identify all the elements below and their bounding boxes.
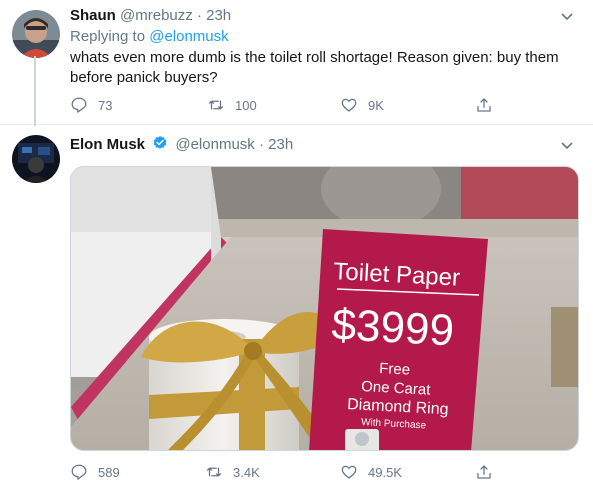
reply-icon (71, 464, 87, 480)
separator: · (258, 136, 264, 153)
chevron-down-icon[interactable] (559, 8, 575, 24)
avatar[interactable] (12, 135, 60, 183)
avatar[interactable] (12, 10, 60, 58)
like-count: 49.5K (368, 464, 402, 480)
display-name[interactable]: Elon Musk (70, 136, 145, 153)
chevron-down-icon[interactable] (559, 137, 575, 153)
separator: · (196, 7, 202, 24)
thread-line (34, 56, 36, 126)
tweet-photo[interactable]: Toilet Paper $3999 Free One Carat Diamon… (70, 166, 579, 451)
tweet-text: whats even more dumb is the toilet roll … (70, 49, 559, 86)
timestamp[interactable]: 23h (268, 136, 293, 153)
action-bar: 589 3.4K 49.5K (70, 461, 510, 483)
retweet-count: 3.4K (233, 464, 260, 480)
display-name[interactable]: Shaun (70, 7, 116, 24)
replying-to: Replying to @elonmusk (70, 27, 229, 47)
like-icon (341, 98, 357, 112)
share-button[interactable] (475, 94, 503, 116)
tweet-elon-musk[interactable]: Elon Musk @elonmusk · 23h Toilet Paper $… (0, 125, 593, 486)
reply-icon (71, 97, 87, 113)
reply-button[interactable]: 73 (70, 94, 112, 116)
reply-button[interactable]: 589 (70, 461, 120, 483)
action-bar: 73 100 9K (70, 94, 510, 116)
like-icon (341, 465, 357, 479)
retweet-count: 100 (235, 97, 257, 113)
like-button[interactable]: 9K (340, 94, 384, 116)
share-icon (477, 98, 491, 112)
sign-price: $3999 (330, 300, 455, 355)
like-count: 9K (368, 97, 384, 113)
reply-count: 73 (98, 97, 113, 113)
retweet-button[interactable]: 3.4K (205, 461, 260, 483)
like-button[interactable]: 49.5K (340, 461, 402, 483)
reply-count: 589 (98, 464, 120, 480)
retweet-button[interactable]: 100 (207, 94, 257, 116)
tweet-shaun[interactable]: Shaun @mrebuzz · 23h Replying to @elonmu… (0, 0, 593, 126)
share-button[interactable] (475, 461, 503, 483)
user-handle[interactable]: @elonmusk (175, 136, 254, 153)
tweet-header: Shaun @mrebuzz · 23h (70, 6, 231, 26)
sign-line-free: Free (379, 360, 411, 379)
user-handle[interactable]: @mrebuzz (120, 7, 193, 24)
verified-badge-icon (153, 136, 167, 149)
retweet-icon (206, 467, 222, 477)
replying-mention[interactable]: @elonmusk (149, 28, 228, 45)
retweet-icon (208, 100, 224, 110)
tweet-header: Elon Musk @elonmusk · 23h (70, 135, 293, 155)
replying-prefix: Replying to (70, 28, 146, 45)
share-icon (477, 465, 491, 479)
timestamp[interactable]: 23h (206, 7, 231, 24)
